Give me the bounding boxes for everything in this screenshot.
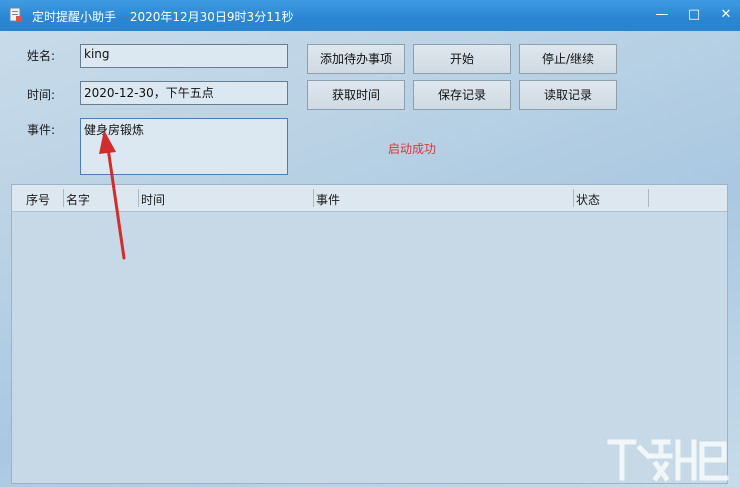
maximize-button[interactable]: □	[684, 6, 704, 24]
name-label: 姓名:	[27, 49, 56, 63]
column-header-index[interactable]: 序号	[26, 191, 50, 208]
minimize-button[interactable]: —	[652, 6, 672, 24]
column-divider[interactable]	[648, 189, 649, 207]
name-input[interactable]: king	[80, 44, 288, 68]
close-button[interactable]: ✕	[716, 6, 736, 24]
column-divider[interactable]	[63, 189, 64, 207]
app-window: 定时提醒小助手 2020年12月30日9时3分11秒 — □ ✕ 姓名: kin…	[0, 0, 740, 487]
app-icon	[9, 7, 22, 22]
time-label: 时间:	[27, 88, 56, 102]
add-todo-button[interactable]: 添加待办事项	[307, 44, 405, 74]
event-label: 事件:	[27, 123, 56, 137]
window-title: 定时提醒小助手	[32, 10, 117, 24]
time-input[interactable]: 2020-12-30，下午五点	[80, 81, 288, 105]
column-divider[interactable]	[573, 189, 574, 207]
watermark-logo	[607, 439, 729, 482]
save-record-button[interactable]: 保存记录	[413, 80, 511, 110]
clock-display: 2020年12月30日9时3分11秒	[129, 10, 294, 24]
title-bar[interactable]: 定时提醒小助手 2020年12月30日9时3分11秒 — □ ✕	[0, 0, 740, 31]
column-header-status[interactable]: 状态	[576, 191, 600, 208]
start-button[interactable]: 开始	[413, 44, 511, 74]
column-divider[interactable]	[138, 189, 139, 207]
column-header-name[interactable]: 名字	[66, 191, 90, 208]
column-header-event[interactable]: 事件	[316, 191, 340, 208]
list-header: 序号 名字 时间 事件 状态	[12, 185, 727, 212]
column-divider[interactable]	[313, 189, 314, 207]
get-time-button[interactable]: 获取时间	[307, 80, 405, 110]
column-header-time[interactable]: 时间	[141, 191, 165, 208]
read-record-button[interactable]: 读取记录	[519, 80, 617, 110]
status-text: 启动成功	[388, 142, 437, 156]
stop-resume-button[interactable]: 停止/继续	[519, 44, 617, 74]
event-textarea[interactable]: 健身房锻炼	[80, 118, 288, 175]
